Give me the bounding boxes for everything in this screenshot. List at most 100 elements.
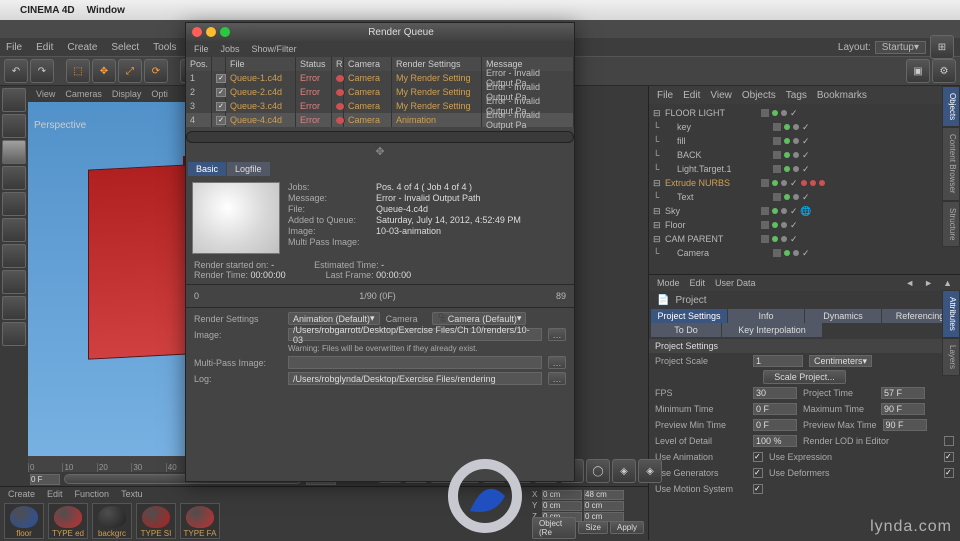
project-scale-input[interactable] (753, 355, 803, 367)
window-minimize-button[interactable] (206, 27, 216, 37)
attr-input[interactable] (753, 419, 797, 431)
attr-nav-up-icon[interactable]: ▲ (943, 278, 952, 288)
redo-button[interactable]: ↷ (30, 59, 54, 83)
side-tab-objects[interactable]: Objects (942, 86, 960, 127)
obj-menu-edit[interactable]: Edit (683, 90, 700, 101)
object-row[interactable]: ⊟CAM PARENT✓ (653, 232, 956, 246)
log-path-input[interactable]: /Users/robglynda/Desktop/Exercise Files/… (288, 372, 542, 385)
coord-size-select[interactable]: Size (578, 521, 608, 534)
queue-hscroll[interactable] (186, 131, 574, 143)
attr-input[interactable] (753, 387, 797, 399)
checkbox[interactable] (753, 452, 763, 462)
obj-menu-view[interactable]: View (710, 90, 732, 101)
obj-menu-tags[interactable]: Tags (786, 90, 807, 101)
attr-input[interactable] (881, 387, 925, 399)
menu-file[interactable]: File (6, 42, 22, 53)
object-row[interactable]: └BACK✓ (653, 148, 956, 162)
material-swatch[interactable]: floor (4, 503, 44, 539)
attr-menu-userdata[interactable]: User Data (715, 278, 756, 288)
object-row[interactable]: └Light.Target.1✓ (653, 162, 956, 176)
make-editable-icon[interactable] (2, 88, 26, 112)
size-z[interactable] (584, 512, 624, 522)
object-mode-icon[interactable] (2, 140, 26, 164)
material-swatch[interactable]: TYPE SI (136, 503, 176, 539)
edge-mode-icon[interactable] (2, 218, 26, 242)
material-swatch[interactable]: TYPE FA (180, 503, 220, 539)
mpi-path-input[interactable] (288, 356, 542, 369)
rq-menu-jobs[interactable]: Jobs (221, 44, 240, 54)
texture-mode-icon[interactable] (2, 166, 26, 190)
timeline-start-input[interactable] (30, 474, 60, 485)
mat-menu-create[interactable]: Create (8, 489, 35, 499)
mac-menu-window[interactable]: Window (87, 5, 125, 16)
scale-tool[interactable]: ⤢ (118, 59, 142, 83)
object-row[interactable]: └key✓ (653, 120, 956, 134)
tab-dynamics[interactable]: Dynamics (805, 309, 881, 323)
attr-menu-edit[interactable]: Edit (690, 278, 706, 288)
undo-button[interactable]: ↶ (4, 59, 28, 83)
render-view-button[interactable]: ▣ (906, 59, 930, 83)
coord-apply-button[interactable]: Apply (610, 521, 644, 534)
poly-mode-icon[interactable] (2, 244, 26, 268)
tab-basic[interactable]: Basic (188, 162, 226, 176)
menu-create[interactable]: Create (67, 42, 97, 53)
move-cursor-icon[interactable]: ✥ (186, 145, 574, 158)
obj-menu-file[interactable]: File (657, 90, 673, 101)
scale-project-button[interactable]: Scale Project... (763, 370, 846, 384)
image-path-input[interactable]: /Users/robgarrott/Desktop/Exercise Files… (288, 328, 542, 341)
menu-tools[interactable]: Tools (153, 42, 176, 53)
checkbox[interactable] (753, 484, 763, 494)
rs-select[interactable]: Animation (Default) ▾ (288, 312, 380, 325)
coord-mode-select[interactable]: Object (Re (532, 517, 576, 539)
layout-select[interactable]: Startup ▾ (875, 41, 926, 54)
side-tab-content-browser[interactable]: Content Browser (942, 127, 960, 201)
lod-input[interactable] (753, 435, 797, 447)
side-tab-layers[interactable]: Layers (942, 338, 960, 376)
project-scale-unit-select[interactable]: Centimeters ▾ (809, 355, 872, 367)
mat-menu-edit[interactable]: Edit (47, 489, 63, 499)
select-tool[interactable]: ⬚ (66, 59, 90, 83)
workplane-icon[interactable] (2, 322, 26, 346)
queue-row[interactable]: 4✓Queue-4.c4dErrorCameraAnimationError -… (186, 113, 574, 127)
object-row[interactable]: └Text✓ (653, 190, 956, 204)
move-tool[interactable]: ✥ (92, 59, 116, 83)
object-row[interactable]: ⊟FLOOR LIGHT✓ (653, 106, 956, 120)
obj-menu-bookmarks[interactable]: Bookmarks (817, 90, 867, 101)
object-row[interactable]: ⊟Floor✓ (653, 218, 956, 232)
autokey-button[interactable]: ◯ (586, 459, 610, 483)
image-browse-button[interactable]: … (548, 328, 566, 341)
tab-info[interactable]: Info (728, 309, 804, 323)
object-row[interactable]: ⊟Sky✓ 🌐 (653, 204, 956, 218)
attr-menu-mode[interactable]: Mode (657, 278, 680, 288)
object-row[interactable]: └Camera✓ (653, 246, 956, 260)
viewport-menu-view[interactable]: View (36, 89, 55, 99)
model-mode-icon[interactable] (2, 114, 26, 138)
menu-select[interactable]: Select (111, 42, 139, 53)
mat-menu-texture[interactable]: Textu (121, 489, 143, 499)
attr-input[interactable] (883, 419, 927, 431)
material-swatch[interactable]: TYPE ed (48, 503, 88, 539)
attr-nav-back-icon[interactable]: ◄ (905, 278, 914, 288)
coord-y[interactable] (542, 501, 582, 511)
keyframe-rot-icon[interactable]: ◈ (638, 459, 662, 483)
window-zoom-button[interactable] (220, 27, 230, 37)
keyframe-pos-icon[interactable]: ◈ (612, 459, 636, 483)
rq-menu-file[interactable]: File (194, 44, 209, 54)
window-close-button[interactable] (192, 27, 202, 37)
viewport-menu-cameras[interactable]: Cameras (65, 89, 102, 99)
menu-edit[interactable]: Edit (36, 42, 53, 53)
viewport-menu-display[interactable]: Display (112, 89, 142, 99)
tab-logfile[interactable]: Logfile (227, 162, 270, 176)
side-tab-structure[interactable]: Structure (942, 201, 960, 247)
rotate-tool[interactable]: ⟳ (144, 59, 168, 83)
log-browse-button[interactable]: … (548, 372, 566, 385)
mac-app-name[interactable]: CINEMA 4D (20, 5, 75, 16)
snap-icon[interactable] (2, 296, 26, 320)
size-x[interactable] (584, 490, 624, 500)
coord-x[interactable] (542, 490, 582, 500)
mpi-browse-button[interactable]: … (548, 356, 566, 369)
render-lod-checkbox[interactable] (944, 436, 954, 446)
obj-menu-objects[interactable]: Objects (742, 90, 776, 101)
tab-key-interpolation[interactable]: Key Interpolation (722, 323, 822, 337)
tab-todo[interactable]: To Do (651, 323, 721, 337)
